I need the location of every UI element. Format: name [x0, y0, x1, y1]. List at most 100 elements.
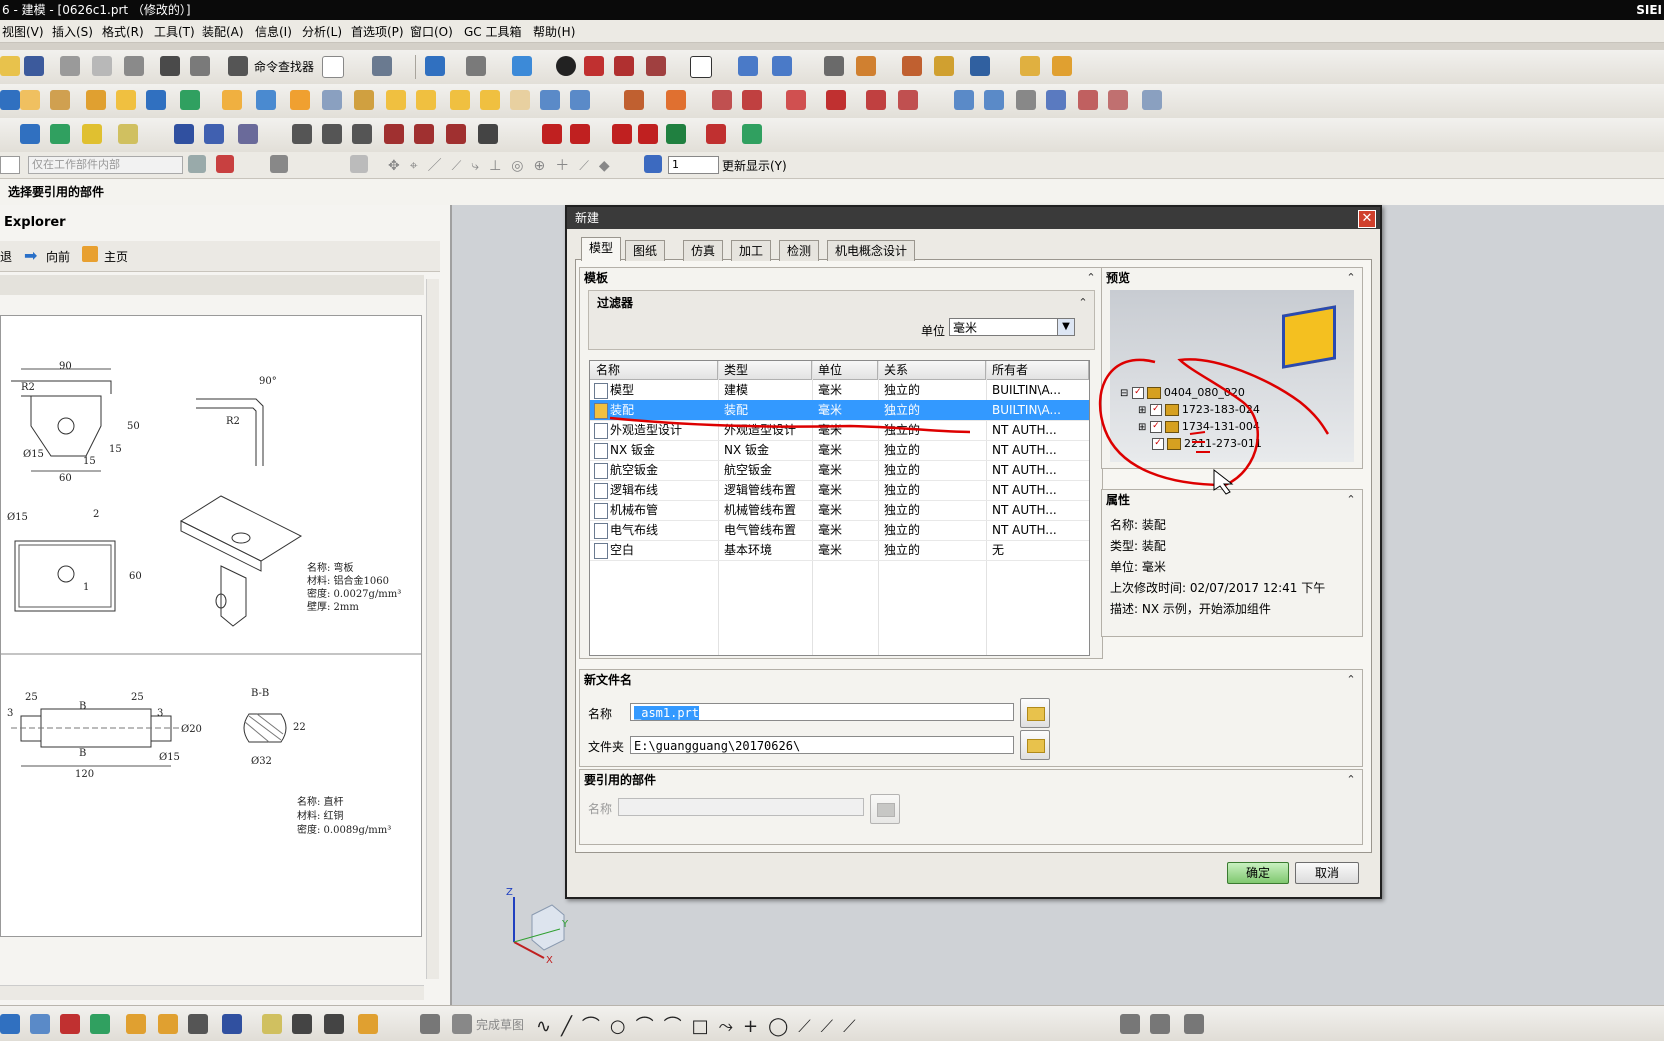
column-header-unit[interactable]: 单位	[812, 361, 878, 380]
unite-icon[interactable]	[540, 90, 560, 110]
move-icon[interactable]	[772, 56, 792, 76]
column-header-relation[interactable]: 关系	[878, 361, 986, 380]
home-button[interactable]: 主页	[104, 248, 128, 265]
point-icon[interactable]	[30, 1014, 50, 1034]
analysis-icon[interactable]	[902, 56, 922, 76]
pipe-icon[interactable]	[204, 124, 224, 144]
spring-icon-c[interactable]	[352, 124, 372, 144]
collapse-filter-icon[interactable]: ⌃	[1076, 296, 1090, 310]
extend-icon[interactable]	[324, 1014, 344, 1034]
cylinder-icon[interactable]	[450, 90, 470, 110]
reposition-icon[interactable]	[188, 1014, 208, 1034]
prev-frame-icon[interactable]	[570, 124, 590, 144]
layer-select-icon[interactable]	[644, 155, 662, 173]
feature-icon[interactable]	[0, 90, 20, 110]
wcs-icon[interactable]	[738, 56, 758, 76]
column-header-owner[interactable]: 所有者	[986, 361, 1089, 380]
tool-icon-a[interactable]	[20, 124, 40, 144]
pocket-icon[interactable]	[146, 90, 166, 110]
text-icon[interactable]	[118, 124, 138, 144]
cut-icon[interactable]	[60, 56, 80, 76]
home-icon[interactable]	[82, 246, 98, 262]
spring-icon-d[interactable]	[384, 124, 404, 144]
menu-tools[interactable]: 工具(T)	[154, 23, 195, 40]
command-finder-label[interactable]: 命令查找器	[254, 58, 314, 75]
datum-icon[interactable]	[0, 1014, 20, 1034]
forward-button[interactable]: 向前	[46, 248, 70, 265]
menu-info[interactable]: 信息(I)	[255, 23, 292, 40]
table-row[interactable]: 空白 基本环境 毫米 独立的 无	[590, 540, 1089, 561]
collapse-refpart-icon[interactable]: ⌃	[1344, 773, 1358, 787]
fillet-tool-icon[interactable]	[1184, 1014, 1204, 1034]
view-orient-icon[interactable]	[512, 56, 532, 76]
layer-dropdown[interactable]: 1	[668, 156, 719, 174]
pencil-icon[interactable]	[1052, 56, 1072, 76]
cylinder-tool-icon[interactable]	[174, 124, 194, 144]
update-display-button[interactable]: 更新显示(Y)	[722, 157, 787, 174]
constraint-icon[interactable]	[666, 90, 686, 110]
trim-icon[interactable]	[1078, 90, 1098, 110]
offset-tool-icon[interactable]	[1150, 1014, 1170, 1034]
array-icon[interactable]	[292, 1014, 312, 1034]
groove-icon[interactable]	[256, 90, 276, 110]
table-row[interactable]: 航空钣金 航空钣金 毫米 独立的 NT AUTH...	[590, 460, 1089, 481]
sequence-icon[interactable]	[866, 90, 886, 110]
mesh-icon[interactable]	[984, 90, 1004, 110]
spring-icon-a[interactable]	[292, 124, 312, 144]
boss-icon[interactable]	[116, 90, 136, 110]
hole-icon[interactable]	[86, 90, 106, 110]
menu-format[interactable]: 格式(R)	[102, 23, 144, 40]
draft-icon[interactable]	[386, 90, 406, 110]
snap-point-icon[interactable]	[216, 155, 234, 173]
tab-manufacturing[interactable]: 加工	[731, 240, 772, 261]
select-face-icon[interactable]	[270, 155, 288, 173]
close-icon[interactable]: ✕	[1358, 210, 1376, 228]
pad-icon[interactable]	[180, 90, 200, 110]
browse-folder-button[interactable]	[1020, 730, 1050, 760]
ok-button[interactable]: 确定	[1227, 862, 1289, 884]
csys-icon[interactable]	[856, 56, 876, 76]
command-finder-icon[interactable]	[228, 56, 248, 76]
offset-icon[interactable]	[1046, 90, 1066, 110]
snap-icon[interactable]	[970, 56, 990, 76]
trim-tool-icon[interactable]	[1120, 1014, 1140, 1034]
tab-drawing[interactable]: 图纸	[625, 240, 666, 261]
folder-input[interactable]: E:\guangguang\20170626\	[630, 736, 1014, 754]
dimension-icon[interactable]	[90, 1014, 110, 1034]
extrude-icon[interactable]	[20, 90, 40, 110]
solid-icon[interactable]	[614, 56, 634, 76]
sew-icon[interactable]	[1108, 90, 1128, 110]
motion-icon[interactable]	[706, 124, 726, 144]
box-icon[interactable]	[416, 90, 436, 110]
thicken-icon[interactable]	[1016, 90, 1036, 110]
browse-name-button[interactable]	[1020, 698, 1050, 728]
layer-icon[interactable]	[824, 56, 844, 76]
redo-icon[interactable]	[190, 56, 210, 76]
select-icon[interactable]	[372, 56, 392, 76]
tab-mechatronics[interactable]: 机电概念设计	[827, 240, 916, 261]
ruler-icon[interactable]	[1020, 56, 1040, 76]
tool-icon-b[interactable]	[50, 124, 70, 144]
join-icon[interactable]	[158, 1014, 178, 1034]
subtract-icon[interactable]	[570, 90, 590, 110]
table-row[interactable]: 逻辑布线 逻辑管线布置 毫米 独立的 NT AUTH...	[590, 480, 1089, 501]
collapse-newfile-icon[interactable]: ⌃	[1344, 673, 1358, 687]
unit-dropdown[interactable]: 毫米 ▼	[949, 318, 1075, 336]
undo-icon[interactable]	[160, 56, 180, 76]
paste-icon[interactable]	[124, 56, 144, 76]
menu-insert[interactable]: 插入(S)	[52, 23, 93, 40]
component-icon[interactable]	[126, 1014, 146, 1034]
export-icon[interactable]	[742, 124, 762, 144]
menu-window[interactable]: 窗口(O)	[410, 23, 453, 40]
mirror-icon[interactable]	[742, 90, 762, 110]
column-header-name[interactable]: 名称	[590, 361, 718, 380]
collapse-template-icon[interactable]: ⌃	[1084, 271, 1098, 285]
tab-inspection[interactable]: 检测	[779, 240, 820, 261]
select-box-icon[interactable]	[350, 155, 368, 173]
play-icon[interactable]	[612, 124, 632, 144]
cancel-button[interactable]: 取消	[1295, 862, 1359, 884]
layout-icon[interactable]	[222, 1014, 242, 1034]
copy-icon[interactable]	[92, 56, 112, 76]
wrench-icon[interactable]	[238, 124, 258, 144]
spring-icon-b[interactable]	[322, 124, 342, 144]
